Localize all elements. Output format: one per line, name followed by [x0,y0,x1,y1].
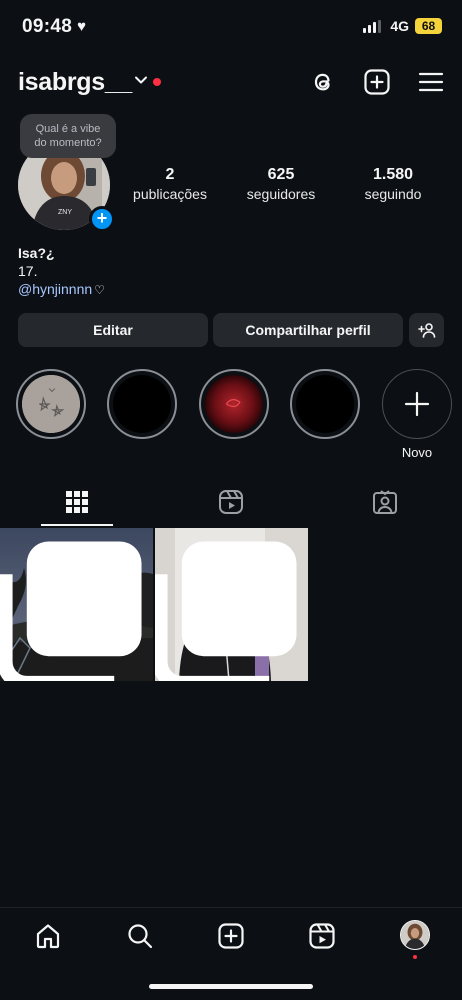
note-bubble[interactable]: Qual é a vibe do momento? [20,114,116,158]
profile-header: isabrgs__ [0,64,462,104]
reels-tab-icon[interactable] [217,488,245,516]
threads-icon[interactable] [309,68,337,96]
notification-dot [153,78,161,86]
following-count: 1.580 [372,166,414,183]
multiple-photos-icon [155,541,297,681]
stat-following[interactable]: 1.580 seguindo [355,166,431,202]
posts-label: publicações [133,186,207,202]
search-icon[interactable] [126,922,154,950]
status-indicators: 4G 68 [363,18,442,34]
menu-icon[interactable] [417,68,445,96]
notification-dot [413,955,417,959]
network-label: 4G [390,18,409,34]
bio-name: Isa?¿ [18,245,55,261]
post-thumbnail-2[interactable] [155,528,308,681]
mention-text[interactable]: @hynjinnnn [18,281,92,297]
heart-icon: ♥ [77,18,87,35]
grid-tab-icon[interactable] [63,488,91,516]
add-person-icon [417,323,435,338]
create-post-icon[interactable] [217,922,245,950]
profile-tab-avatar[interactable] [400,920,430,950]
following-label: seguindo [364,186,422,202]
multiple-photos-icon [0,541,142,681]
highlight-cover [205,375,263,433]
highlight-cover [22,375,80,433]
chevron-down-icon[interactable] [134,73,148,87]
highlight-cover [296,375,354,433]
bio: Isa?¿ 17. @hynjinnnn ♡ [18,244,105,299]
home-icon[interactable] [34,922,62,950]
stat-posts[interactable]: 2 publicações [132,166,208,202]
signal-icon [363,19,382,33]
highlight-2[interactable] [107,369,177,439]
plus-icon [404,391,430,417]
highlight-3[interactable] [199,369,269,439]
highlight-cover [113,375,171,433]
new-highlight-button[interactable] [382,369,452,439]
bio-text: 17. [18,263,38,279]
post-thumbnail-1[interactable] [0,528,153,681]
posts-count: 2 [165,166,175,183]
note-line-1: Qual é a vibe [35,123,101,135]
home-indicator [149,984,313,989]
battery-icon: 68 [415,18,442,34]
discover-people-button[interactable] [409,313,444,347]
stat-followers[interactable]: 625 seguidores [243,166,319,202]
tagged-tab-icon[interactable] [371,488,399,516]
new-highlight-label: Novo [401,445,433,460]
highlight-1[interactable] [16,369,86,439]
svg-text:ZNY: ZNY [58,209,72,216]
highlight-4[interactable] [290,369,360,439]
add-story-button[interactable]: + [89,206,115,232]
note-line-2: do momento? [34,137,102,149]
username-title[interactable]: isabrgs__ [18,68,132,97]
create-icon[interactable] [363,68,391,96]
status-bar: 09:48 ♥ 4G 68 [0,0,462,56]
bio-mention-link[interactable]: @hynjinnnn ♡ [18,280,105,299]
edit-profile-button[interactable]: Editar [18,313,208,347]
time-text: 09:48 [22,16,73,37]
status-time: 09:48 ♥ [22,16,86,38]
heart-outline-icon: ♡ [94,283,105,297]
bottom-navigation [0,907,462,1000]
reels-icon[interactable] [308,922,336,950]
followers-count: 625 [267,166,295,183]
active-tab-indicator [41,524,113,526]
share-profile-button[interactable]: Compartilhar perfil [213,313,403,347]
followers-label: seguidores [246,186,316,202]
